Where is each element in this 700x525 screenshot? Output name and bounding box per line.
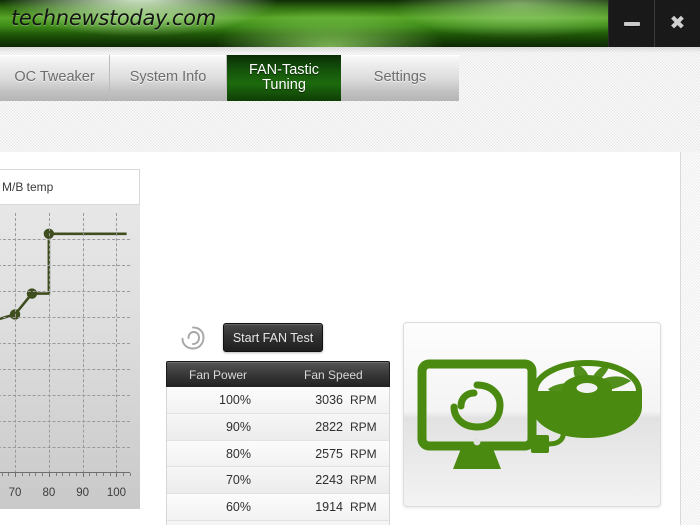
chart-tick-label: 100 <box>106 487 127 499</box>
chart-tick-mark-minor <box>55 473 57 476</box>
fan-spiral-icon <box>181 326 205 350</box>
chart-tick-mark-minor <box>123 473 125 476</box>
fan-power-column-header: Fan Power <box>189 368 248 382</box>
chart-tick-mark-minor <box>42 473 44 476</box>
chart-x-axis <box>0 472 130 473</box>
start-fan-test-label: Start FAN Test <box>232 330 314 345</box>
fan-power-cell: 100% <box>219 393 251 407</box>
fan-curve-chart[interactable]: M/B temp 70 80 90 100 <box>0 169 140 509</box>
fan-icon <box>532 360 642 438</box>
chart-tick-mark-minor <box>21 473 23 476</box>
chart-gridline-horizontal <box>0 317 130 318</box>
chart-tick-mark-minor <box>69 473 71 476</box>
table-row[interactable]: 90% 2822 RPM <box>167 413 389 441</box>
tab-settings-label: Settings <box>373 69 427 86</box>
fan-power-cell: 70% <box>225 473 251 488</box>
chart-tick-mark-minor <box>75 473 77 476</box>
table-row[interactable]: 70% 2243 RPM <box>167 467 389 495</box>
chart-title: M/B temp <box>2 180 54 194</box>
fan-speed-unit: RPM <box>350 500 377 515</box>
fan-speed-unit: RPM <box>350 393 377 407</box>
chart-tick-mark-minor <box>62 473 64 476</box>
window-controls: ✖ <box>608 0 700 47</box>
table-row[interactable]: 60% 1914 RPM <box>167 494 389 521</box>
chart-tick-mark-minor <box>1 473 3 476</box>
fan-speed-unit: RPM <box>350 446 377 461</box>
close-button[interactable]: ✖ <box>654 0 700 47</box>
fan-speed-cell: 3036 <box>315 393 343 407</box>
fan-power-cell: 60% <box>225 500 251 515</box>
fan-speed-cell: 2243 <box>315 473 343 488</box>
chart-tick-mark-minor <box>102 473 104 476</box>
fan-table-body: 100% 3036 RPM 90% 2822 RPM 80% 2575 RPM 70% 2243 RP… <box>166 387 390 525</box>
tab-settings[interactable]: Settings <box>341 55 459 101</box>
table-row[interactable]: 50%1512RPM <box>167 520 389 525</box>
main-content: M/B temp 70 80 90 100 Start FAN Test Fan Po <box>0 152 700 525</box>
chart-tick-label: 80 <box>42 487 56 499</box>
chart-tick-label: 90 <box>76 487 90 499</box>
chart-gridline-horizontal <box>0 239 130 240</box>
fan-speed-column-header: Fan Speed <box>304 368 363 382</box>
chart-gridline-horizontal <box>0 369 130 370</box>
monitor-and-fan-illustration <box>403 322 661 507</box>
tab-bar: OC Tweaker System Info FAN-Tastic Tuning… <box>0 55 700 101</box>
chart-gridline-horizontal <box>0 291 130 292</box>
minimize-button[interactable] <box>608 0 654 47</box>
chart-tick-label: 70 <box>8 487 22 499</box>
monitor-icon <box>417 359 537 469</box>
chart-gridline-horizontal <box>0 395 130 396</box>
start-fan-test-button[interactable]: Start FAN Test <box>223 323 323 352</box>
chart-tick-mark-minor <box>89 473 91 476</box>
tab-system-info-label: System Info <box>129 69 207 86</box>
close-icon: ✖ <box>669 12 686 34</box>
fan-speed-unit: RPM <box>350 473 377 488</box>
right-texture-rail <box>680 152 700 525</box>
chart-tick-mark-minor <box>96 473 98 476</box>
chart-gridline-horizontal <box>0 421 130 422</box>
fan-curve-line <box>0 228 127 321</box>
tab-fan-tastic-tuning-label-line1: FAN-Tastic <box>248 61 320 78</box>
fan-power-cell: 80% <box>225 446 251 461</box>
chart-tick-mark-minor <box>109 473 111 476</box>
fan-speed-cell: 2822 <box>315 419 343 434</box>
chart-control-point[interactable] <box>26 288 38 299</box>
window-title: technewstoday.com <box>11 6 216 30</box>
chart-tick-mark-minor <box>35 473 37 476</box>
chart-gridline-horizontal <box>0 447 130 448</box>
tab-oc-tweaker-label: OC Tweaker <box>14 69 95 86</box>
table-row[interactable]: 100% 3036 RPM <box>167 387 389 414</box>
chart-gridline-horizontal <box>0 343 130 344</box>
chart-tick-mark-minor <box>130 473 131 476</box>
fan-table-header: Fan Power Fan Speed <box>166 361 390 387</box>
chart-tick-mark-minor <box>8 473 10 476</box>
fan-speed-cell: 2575 <box>315 446 343 461</box>
chart-gridline-horizontal <box>0 265 130 266</box>
tab-fan-tastic-tuning[interactable]: FAN-Tastic Tuning <box>227 55 341 101</box>
tab-fan-tastic-tuning-label: FAN-Tastic Tuning <box>248 61 320 93</box>
table-row[interactable]: 80% 2575 RPM <box>167 440 389 468</box>
tab-oc-tweaker[interactable]: OC Tweaker <box>0 55 110 101</box>
tab-system-info[interactable]: System Info <box>110 55 227 101</box>
fan-power-cell: 90% <box>225 419 251 434</box>
minimize-icon <box>623 21 640 26</box>
fan-speed-table: Fan Power Fan Speed 100% 3036 RPM 90% 2822 RP… <box>166 361 390 525</box>
fan-tastic-tuning-window: technewstoday.com ✖ OC Tweaker System In… <box>0 0 700 525</box>
fan-speed-cell: 1914 <box>315 500 343 515</box>
fan-speed-unit: RPM <box>350 419 377 434</box>
chart-tick-mark-minor <box>28 473 30 476</box>
illustration-graphic <box>417 359 642 469</box>
chart-header: M/B temp <box>0 169 140 205</box>
title-bar: technewstoday.com ✖ <box>0 0 700 47</box>
chart-plot-area[interactable]: 70 80 90 100 <box>0 205 140 509</box>
tab-fan-tastic-tuning-label-line2: Tuning <box>262 77 306 93</box>
